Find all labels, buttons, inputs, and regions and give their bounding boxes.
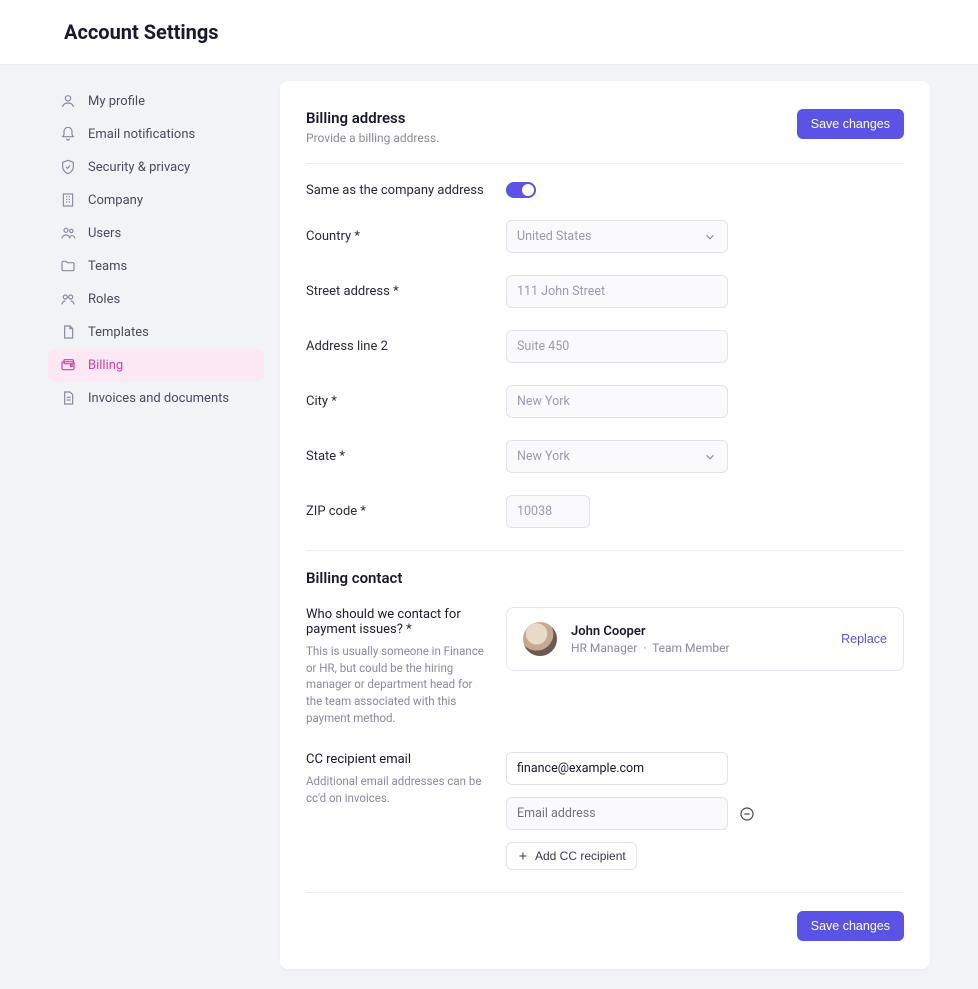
state-select[interactable]: New York (506, 440, 728, 473)
sidebar-item-users[interactable]: Users (48, 217, 264, 249)
sidebar-item-label: Security & privacy (88, 160, 190, 175)
sidebar-item-my-profile[interactable]: My profile (48, 85, 264, 117)
avatar (523, 622, 557, 656)
replace-contact-button[interactable]: Replace (841, 632, 887, 646)
sidebar-item-templates[interactable]: Templates (48, 316, 264, 348)
sidebar-item-invoices[interactable]: Invoices and documents (48, 382, 264, 414)
city-label: City * (306, 394, 506, 409)
sidebar-item-label: Company (88, 193, 143, 208)
sidebar-item-label: Invoices and documents (88, 391, 229, 406)
document-icon (60, 324, 76, 340)
divider (306, 163, 904, 164)
bell-icon (60, 126, 76, 142)
cc-email-input-empty[interactable] (506, 797, 728, 830)
contact-hint: This is usually someone in Finance or HR… (306, 643, 486, 726)
folder-icon (60, 258, 76, 274)
roles-icon (60, 291, 76, 307)
zip-input[interactable] (506, 495, 590, 528)
country-value: United States (517, 229, 591, 244)
state-value: New York (517, 449, 570, 464)
sidebar-item-label: Roles (88, 292, 120, 307)
cc-hint: Additional email addresses can be cc'd o… (306, 773, 486, 806)
save-changes-button-bottom[interactable]: Save changes (797, 911, 904, 941)
add-cc-button[interactable]: Add CC recipient (506, 842, 637, 870)
sidebar-item-security-privacy[interactable]: Security & privacy (48, 151, 264, 183)
contact-question: Who should we contact for payment issues… (306, 607, 486, 637)
wallet-icon (60, 357, 76, 373)
sidebar-item-company[interactable]: Company (48, 184, 264, 216)
chevron-down-icon (703, 230, 717, 244)
line2-input[interactable] (506, 330, 728, 363)
save-changes-button[interactable]: Save changes (797, 109, 904, 139)
state-label: State * (306, 449, 506, 464)
sidebar-item-teams[interactable]: Teams (48, 250, 264, 282)
contact-card: John Cooper HR Manager · Team Member Rep… (506, 607, 904, 671)
building-icon (60, 192, 76, 208)
sidebar-item-roles[interactable]: Roles (48, 283, 264, 315)
same-as-company-label: Same as the company address (306, 183, 506, 198)
sidebar-item-label: Billing (88, 358, 123, 373)
sidebar-item-billing[interactable]: Billing (48, 349, 264, 381)
chevron-down-icon (703, 450, 717, 464)
country-label: Country * (306, 229, 506, 244)
street-label: Street address * (306, 284, 506, 299)
divider (306, 892, 904, 893)
country-select[interactable]: United States (506, 220, 728, 253)
street-input[interactable] (506, 275, 728, 308)
sidebar-item-email-notifications[interactable]: Email notifications (48, 118, 264, 150)
billing-contact-title: Billing contact (306, 569, 904, 587)
remove-cc-button[interactable] (738, 805, 756, 823)
add-cc-label: Add CC recipient (535, 849, 626, 863)
line2-label: Address line 2 (306, 339, 506, 354)
billing-address-title: Billing address (306, 109, 439, 127)
contact-meta: HR Manager · Team Member (571, 641, 827, 655)
contact-name: John Cooper (571, 624, 827, 639)
cc-label: CC recipient email (306, 752, 486, 767)
zip-label: ZIP code * (306, 504, 506, 519)
same-as-company-toggle[interactable] (506, 182, 536, 198)
sidebar-item-label: Email notifications (88, 127, 195, 142)
cc-email-input[interactable] (506, 752, 728, 785)
sidebar-item-label: My profile (88, 94, 145, 109)
page-header: Account Settings (0, 0, 978, 65)
sidebar-item-label: Teams (88, 259, 127, 274)
file-icon (60, 390, 76, 406)
plus-icon (517, 850, 529, 862)
sidebar-item-label: Users (88, 226, 121, 241)
user-icon (60, 93, 76, 109)
sidebar-item-label: Templates (88, 325, 149, 340)
shield-icon (60, 159, 76, 175)
main-panel: Billing address Provide a billing addres… (280, 81, 930, 969)
divider (306, 550, 904, 551)
city-input[interactable] (506, 385, 728, 418)
page-title: Account Settings (64, 20, 930, 44)
sidebar: My profile Email notifications Security … (48, 81, 264, 969)
users-icon (60, 225, 76, 241)
billing-address-subtitle: Provide a billing address. (306, 131, 439, 145)
